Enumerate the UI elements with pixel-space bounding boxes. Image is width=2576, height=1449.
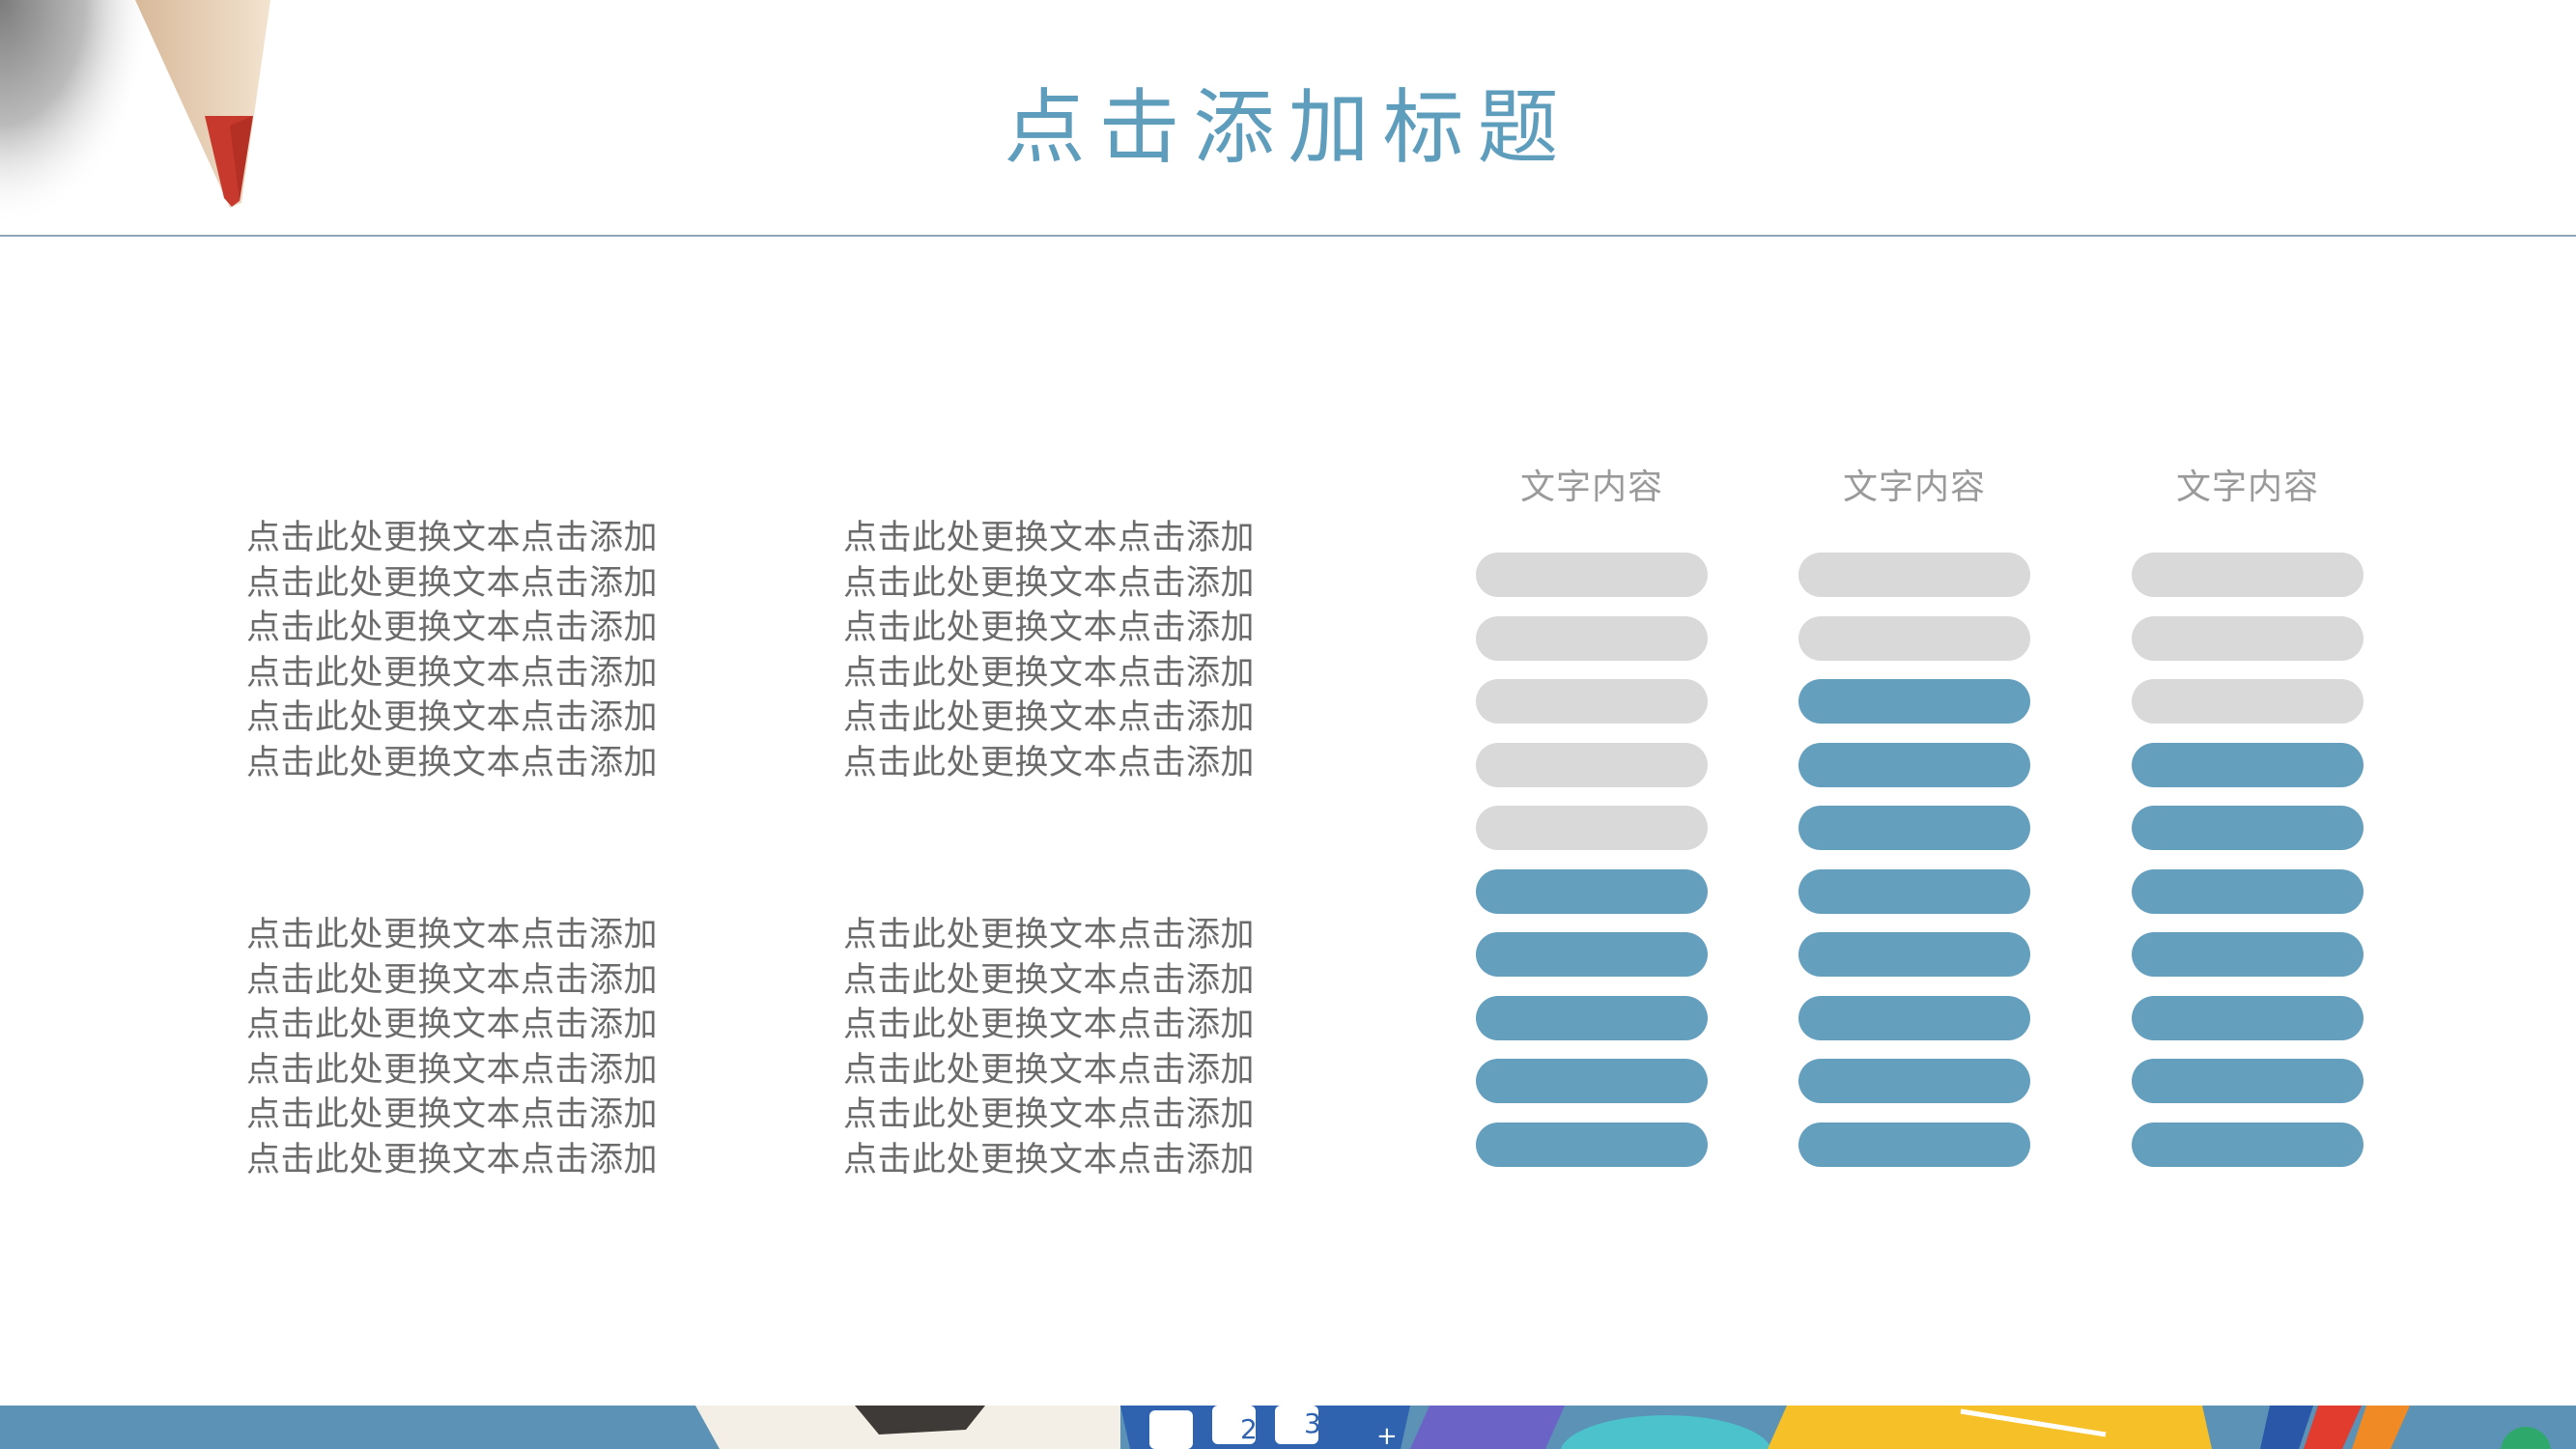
level-bar-empty	[1476, 679, 1708, 724]
level-bar-filled	[1798, 1122, 2030, 1167]
text-line: 点击此处更换文本点击添加	[246, 698, 659, 738]
level-bar-empty	[1476, 553, 1708, 597]
text-line: 点击此处更换文本点击添加	[843, 563, 1256, 603]
text-line: 点击此处更换文本点击添加	[246, 1006, 659, 1045]
level-bar-filled	[2132, 995, 2364, 1040]
bar-column-2	[1798, 553, 2030, 1185]
svg-text:2: 2	[1240, 1413, 1258, 1445]
text-line: 点击此处更换文本点击添加	[246, 743, 659, 782]
text-block-bottom-left[interactable]: 点击此处更换文本点击添加 点击此处更换文本点击添加 点击此处更换文本点击添加 点…	[246, 913, 729, 1183]
svg-text:3: 3	[1304, 1407, 1321, 1439]
level-bar-filled	[1798, 806, 2030, 850]
text-line: 点击此处更换文本点击添加	[843, 1140, 1256, 1179]
level-bar-filled	[2132, 806, 2364, 850]
level-bar-filled	[1476, 995, 1708, 1040]
level-bar-filled	[1798, 868, 2030, 914]
bar-column-1	[1476, 553, 1708, 1185]
level-bar-filled	[1798, 1059, 2030, 1103]
text-block-top-right[interactable]: 点击此处更换文本点击添加 点击此处更换文本点击添加 点击此处更换文本点击添加 点…	[843, 516, 1326, 786]
text-line: 点击此处更换文本点击添加	[843, 1050, 1256, 1090]
text-line: 点击此处更换文本点击添加	[246, 960, 659, 1000]
title-divider	[0, 235, 2576, 237]
school-supplies-strip: 2 3 +	[0, 1406, 2576, 1449]
text-block-top-left[interactable]: 点击此处更换文本点击添加 点击此处更换文本点击添加 点击此处更换文本点击添加 点…	[246, 516, 729, 786]
level-bar-empty	[2132, 615, 2364, 661]
text-line: 点击此处更换文本点击添加	[843, 743, 1256, 782]
level-bar-empty	[1798, 553, 2030, 597]
text-line: 点击此处更换文本点击添加	[843, 1006, 1256, 1045]
text-line: 点击此处更换文本点击添加	[843, 1095, 1256, 1135]
level-bar-filled	[2132, 742, 2364, 787]
page-title[interactable]: 点击添加标题	[0, 79, 2576, 176]
text-line: 点击此处更换文本点击添加	[246, 916, 659, 954]
text-line: 点击此处更换文本点击添加	[246, 1050, 659, 1090]
text-line: 点击此处更换文本点击添加	[246, 1140, 659, 1179]
level-bar-filled	[1798, 995, 2030, 1040]
text-line: 点击此处更换文本点击添加	[246, 563, 659, 603]
level-bar-filled	[2132, 932, 2364, 977]
text-line: 点击此处更换文本点击添加	[843, 609, 1256, 648]
level-bar-empty	[1798, 615, 2030, 661]
text-line: 点击此处更换文本点击添加	[843, 698, 1256, 738]
level-bar-filled	[1476, 932, 1708, 977]
level-bar-filled	[1798, 932, 2030, 977]
text-block-bottom-right[interactable]: 点击此处更换文本点击添加 点击此处更换文本点击添加 点击此处更换文本点击添加 点…	[843, 913, 1326, 1183]
text-line: 点击此处更换文本点击添加	[246, 519, 659, 557]
text-line: 点击此处更换文本点击添加	[246, 609, 659, 648]
bar-column-3	[2132, 553, 2364, 1185]
calculator-key-icon	[1149, 1410, 1193, 1449]
text-line: 点击此处更换文本点击添加	[843, 916, 1256, 954]
svg-text:+: +	[1376, 1422, 1398, 1449]
level-bar-empty	[1476, 742, 1708, 787]
level-bar-filled	[2132, 868, 2364, 914]
level-bar-empty	[2132, 553, 2364, 597]
level-bar-filled	[1476, 1122, 1708, 1167]
level-bar-filled	[2132, 1059, 2364, 1103]
text-line: 点击此处更换文本点击添加	[843, 960, 1256, 1000]
bar-column-label-2[interactable]: 文字内容	[1798, 461, 2030, 515]
bar-column-label-3[interactable]: 文字内容	[2132, 461, 2364, 515]
level-bar-filled	[1476, 868, 1708, 914]
text-line: 点击此处更换文本点击添加	[843, 653, 1256, 693]
level-bar-empty	[2132, 679, 2364, 724]
text-line: 点击此处更换文本点击添加	[246, 1095, 659, 1135]
text-line: 点击此处更换文本点击添加	[246, 653, 659, 693]
level-bar-empty	[1476, 806, 1708, 850]
bar-column-label-1[interactable]: 文字内容	[1476, 461, 1708, 515]
level-bar-filled	[1798, 679, 2030, 724]
text-line: 点击此处更换文本点击添加	[843, 519, 1256, 557]
level-bar-filled	[1476, 1059, 1708, 1103]
level-bar-empty	[1476, 615, 1708, 661]
level-bar-filled	[2132, 1122, 2364, 1167]
level-bar-filled	[1798, 742, 2030, 787]
